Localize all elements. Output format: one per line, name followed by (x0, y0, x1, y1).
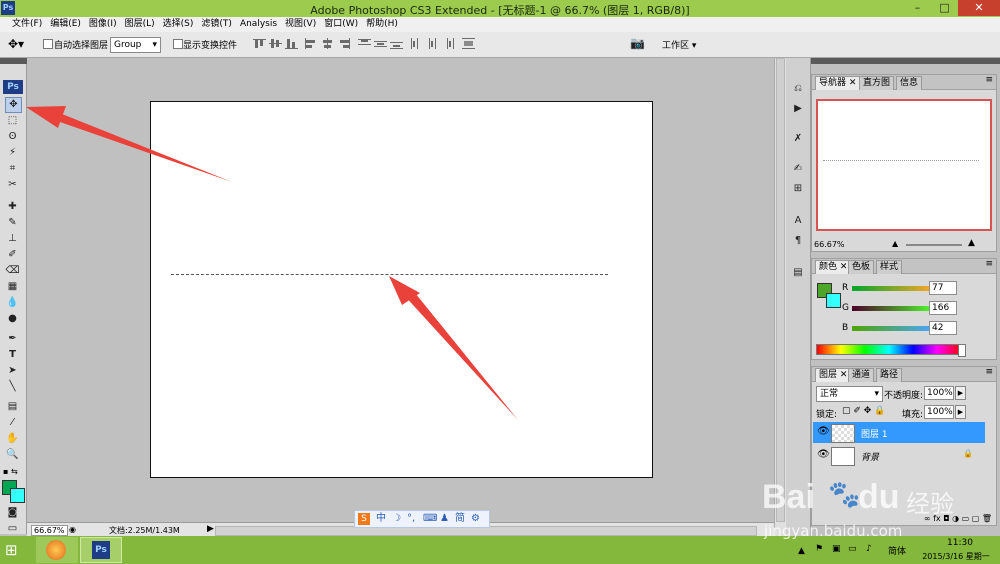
navigator-panel: 导航器 ✕ 直方图 信息 ≡ 66.67% ▲ ▲ (811, 74, 997, 252)
browser-icon (46, 540, 66, 560)
clone-source-icon[interactable]: ⊞ (791, 182, 805, 196)
tab-styles[interactable]: 样式 (876, 260, 903, 274)
fill-value[interactable]: 100% (924, 405, 954, 419)
fill-label: 填充: (902, 410, 924, 420)
photoshop-taskbar-icon: Ps (92, 541, 110, 559)
watermark-url: jingyan.baidu.com (764, 522, 903, 540)
b-slider[interactable] (852, 326, 934, 331)
watermark-brand-suffix: du (858, 478, 900, 516)
tab-layers[interactable]: 图层 ✕ (815, 368, 852, 382)
windows-start-icon[interactable]: ⊞ (5, 541, 18, 559)
status-menu-arrow-icon[interactable]: ▶ (207, 524, 214, 534)
baidu-jingyan-watermark: Bai 🐾 du 经验 jingyan.baidu.com (754, 478, 998, 552)
lock-icon: 🔒 (963, 449, 973, 458)
sogou-icon[interactable]: S (358, 513, 370, 525)
lock-icons[interactable]: ▢ ✐ ✥ 🔒 (842, 406, 885, 416)
layer-row-1[interactable]: 👁 图层 1 (813, 422, 985, 443)
layer-comps-icon[interactable]: ▤ (791, 266, 805, 280)
navigator-preview-line (823, 160, 979, 161)
tab-channels[interactable]: 通道 (848, 368, 875, 382)
taskbar-app-photoshop[interactable]: Ps (80, 537, 122, 563)
color-panel: 颜色 ✕ 色板 样式 ≡ R 77 G 166 B 42 (811, 258, 997, 360)
g-label: G (842, 303, 849, 313)
layer-name[interactable]: 图层 1 (861, 427, 888, 440)
r-label: R (842, 283, 849, 293)
status-doc-info: 文档:2.25M/1.43M (109, 526, 180, 535)
ime-keyboard-icon[interactable]: ⌨ (423, 511, 437, 527)
layer-row-background[interactable]: 👁 背景 🔒 (813, 445, 985, 466)
layers-tabs: 图层 ✕ 通道 路径 ≡ (812, 367, 996, 382)
visibility-eye-icon[interactable]: 👁 (817, 426, 830, 437)
zoom-out-icon[interactable]: ▲ (892, 239, 898, 248)
ime-simplified[interactable]: 简 (455, 511, 465, 527)
watermark-cn: 经验 (906, 490, 954, 518)
r-slider[interactable] (852, 286, 934, 291)
layer-thumbnail (831, 424, 855, 443)
paw-logo-icon: 🐾 (828, 480, 861, 510)
b-label: B (842, 323, 849, 333)
arrow-to-move-tool (26, 106, 232, 182)
history-panel-icon[interactable]: ⎌ (791, 82, 805, 96)
ime-punct-icon[interactable]: °, (407, 511, 415, 527)
panel-icon-dock: ⎌ ▶ ✗ ✍ ⊞ A ¶ ▤ (786, 58, 811, 536)
actions-panel-icon[interactable]: ▶ (791, 102, 805, 116)
clock-date[interactable]: 2015/3/16 星期一 (914, 551, 998, 562)
b-value[interactable]: 42 (929, 321, 957, 335)
chevron-down-icon: ▾ (874, 389, 879, 399)
character-panel-icon[interactable]: A (791, 214, 805, 228)
tab-histogram[interactable]: 直方图 (859, 76, 895, 90)
tab-info[interactable]: 信息 (896, 76, 923, 90)
ime-user-icon[interactable]: ♟ (440, 511, 449, 527)
navigator-zoom[interactable]: 66.67% (814, 240, 845, 249)
layer-name[interactable]: 背景 (861, 450, 879, 463)
layer-thumbnail (831, 447, 855, 466)
scrollbar-thumb[interactable] (776, 58, 785, 522)
status-info-icon[interactable]: ◉ (69, 525, 76, 534)
brushes-panel-icon[interactable]: ✍ (791, 162, 805, 176)
g-value[interactable]: 166 (929, 301, 957, 315)
tab-color[interactable]: 颜色 ✕ (815, 260, 852, 274)
lock-label: 锁定: (816, 410, 838, 420)
opacity-label: 不透明度: (884, 391, 924, 401)
panel-menu-icon[interactable]: ≡ (985, 75, 993, 85)
g-slider[interactable] (852, 306, 934, 311)
opacity-value[interactable]: 100% (924, 386, 954, 400)
status-zoom[interactable]: 66.67% (31, 525, 68, 536)
tab-swatches[interactable]: 色板 (848, 260, 875, 274)
paragraph-panel-icon[interactable]: ¶ (791, 234, 805, 248)
tab-navigator[interactable]: 导航器 ✕ (815, 76, 861, 90)
tab-paths[interactable]: 路径 (876, 368, 903, 382)
navigator-preview[interactable] (816, 99, 992, 231)
arrow-to-line (389, 276, 518, 420)
navigator-tabs: 导航器 ✕ 直方图 信息 ≡ (812, 75, 996, 90)
watermark-brand: Bai (762, 478, 815, 516)
ime-moon-icon[interactable]: ☽ (392, 511, 401, 527)
ime-toolbar: S 中 ☽ °, ⌨ ♟ 简 ⚙ (354, 510, 490, 528)
tool-presets-icon[interactable]: ✗ (791, 132, 805, 146)
taskbar-app-browser[interactable] (36, 537, 78, 563)
opacity-arrow-icon[interactable]: ▶ (955, 386, 966, 400)
blend-mode-dropdown[interactable]: 正常 ▾ (816, 386, 883, 402)
fill-arrow-icon[interactable]: ▶ (955, 405, 966, 419)
color-spectrum-bar[interactable] (816, 344, 962, 355)
ime-settings-icon[interactable]: ⚙ (471, 511, 480, 527)
ime-lang[interactable]: 中 (376, 511, 386, 527)
spectrum-white-black[interactable] (958, 344, 966, 357)
panel-menu-icon[interactable]: ≡ (985, 367, 993, 377)
vertical-scrollbar[interactable] (774, 58, 786, 536)
r-value[interactable]: 77 (929, 281, 957, 295)
panel-menu-icon[interactable]: ≡ (985, 259, 993, 269)
zoom-slider[interactable] (906, 244, 962, 246)
color-tabs: 颜色 ✕ 色板 样式 ≡ (812, 259, 996, 274)
color-background-swatch[interactable] (826, 293, 841, 308)
visibility-eye-icon[interactable]: 👁 (817, 449, 830, 460)
zoom-in-icon[interactable]: ▲ (968, 238, 975, 248)
